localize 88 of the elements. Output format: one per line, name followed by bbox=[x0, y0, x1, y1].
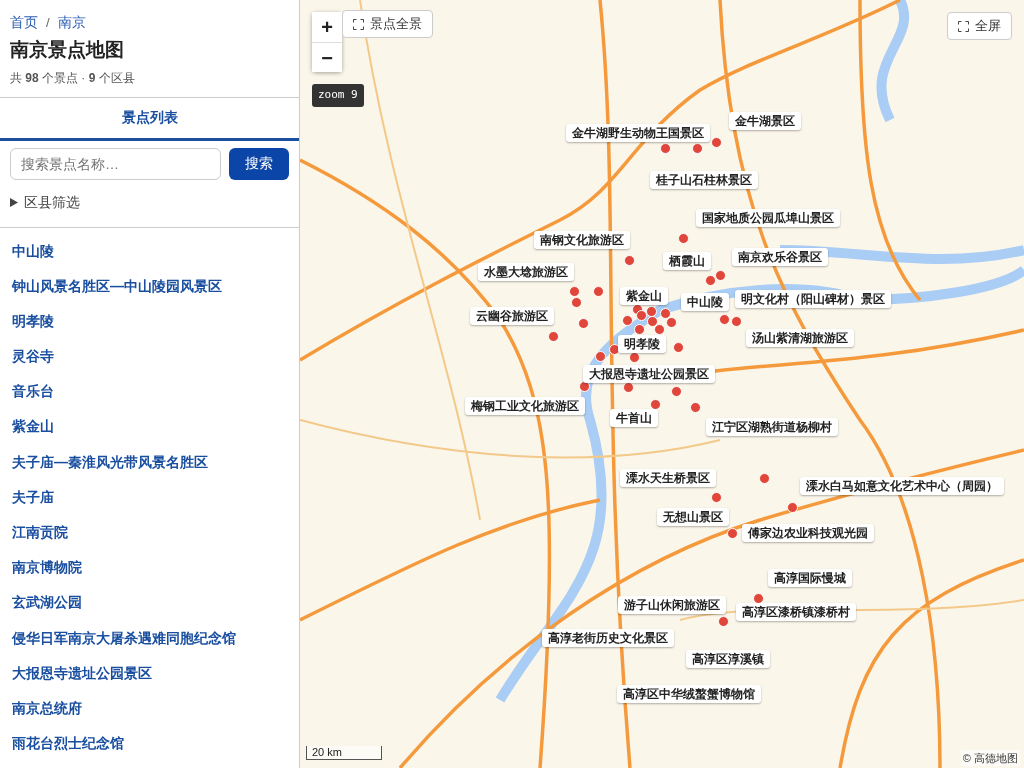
map-attribution: © 高德地图 bbox=[960, 749, 1020, 766]
attraction-link[interactable]: 夫子庙—秦淮风光带风景名胜区 bbox=[0, 444, 220, 480]
map-marker[interactable] bbox=[593, 286, 604, 297]
attraction-link[interactable]: 夫子庙 bbox=[0, 479, 66, 515]
map-label[interactable]: 明孝陵 bbox=[618, 335, 666, 353]
map-label[interactable]: 无想山景区 bbox=[657, 508, 729, 526]
map-label[interactable]: 游子山休闲旅游区 bbox=[618, 596, 726, 614]
map-marker[interactable] bbox=[759, 473, 770, 484]
map-marker[interactable] bbox=[705, 275, 716, 286]
map-marker[interactable] bbox=[715, 270, 726, 281]
overview-button[interactable]: 景点全景 bbox=[342, 10, 433, 38]
map-marker[interactable] bbox=[731, 316, 742, 327]
map-label[interactable]: 桂子山石柱林景区 bbox=[650, 171, 758, 189]
attraction-link[interactable]: 南京总统府 bbox=[0, 690, 94, 727]
attraction-link[interactable]: 明孝陵 bbox=[0, 303, 66, 340]
map-label[interactable]: 金牛湖景区 bbox=[729, 112, 801, 130]
map-label[interactable]: 水墨大埝旅游区 bbox=[478, 263, 574, 281]
map-label[interactable]: 紫金山 bbox=[620, 287, 668, 305]
map-label[interactable]: 高淳老街历史文化景区 bbox=[542, 629, 674, 647]
map-marker[interactable] bbox=[690, 402, 701, 413]
map-label[interactable]: 高淳区淳溪镇 bbox=[686, 650, 770, 668]
map-marker[interactable] bbox=[711, 137, 722, 148]
map-marker[interactable] bbox=[571, 297, 582, 308]
attraction-link[interactable]: 紫金山 bbox=[0, 409, 66, 445]
map-marker[interactable] bbox=[660, 143, 671, 154]
map-marker[interactable] bbox=[671, 386, 682, 397]
map-label[interactable]: 大报恩寺遗址公园景区 bbox=[583, 365, 715, 383]
map-marker[interactable] bbox=[569, 286, 580, 297]
map-label[interactable]: 金牛湖野生动物王国景区 bbox=[566, 124, 710, 142]
map-label[interactable]: 高淳国际慢城 bbox=[768, 569, 852, 587]
map-label[interactable]: 明文化村（阳山碑材）景区 bbox=[735, 290, 891, 308]
map-label[interactable]: 栖霞山 bbox=[663, 252, 711, 270]
map-label[interactable]: 中山陵 bbox=[681, 293, 729, 311]
map-marker[interactable] bbox=[636, 310, 647, 321]
map-label[interactable]: 溧水天生桥景区 bbox=[620, 469, 716, 487]
map-marker[interactable] bbox=[660, 308, 671, 319]
breadcrumb-link[interactable]: 南京 bbox=[57, 14, 86, 30]
fullscreen-icon bbox=[353, 18, 364, 30]
attraction-link[interactable]: 雨花台烈士纪念馆 bbox=[0, 726, 136, 762]
scale-bar: 20 km bbox=[306, 746, 382, 760]
map-marker[interactable] bbox=[622, 315, 633, 326]
map-marker[interactable] bbox=[718, 616, 729, 627]
district-filter-toggle[interactable]: 区县筛选 bbox=[10, 191, 80, 213]
map-marker[interactable] bbox=[595, 351, 606, 362]
map-marker[interactable] bbox=[678, 233, 689, 244]
map-label[interactable]: 梅钢工业文化旅游区 bbox=[465, 397, 585, 415]
map-marker[interactable] bbox=[624, 255, 635, 266]
map-label[interactable]: 高淳区中华绒螯蟹博物馆 bbox=[617, 685, 761, 703]
map-marker[interactable] bbox=[711, 492, 722, 503]
attraction-link[interactable]: 中山陵 bbox=[0, 233, 66, 269]
map-label[interactable]: 牛首山 bbox=[610, 409, 658, 427]
fullscreen-button[interactable]: 全屏 bbox=[947, 12, 1012, 40]
map-marker[interactable] bbox=[787, 502, 798, 513]
breadcrumb-link[interactable]: 首页 bbox=[10, 14, 38, 30]
map-label[interactable]: 汤山紫清湖旅游区 bbox=[746, 329, 854, 347]
map-label[interactable]: 溧水白马如意文化艺术中心（周园） bbox=[800, 477, 1004, 495]
breadcrumb-separator: / bbox=[46, 15, 50, 30]
map-marker[interactable] bbox=[727, 528, 738, 539]
summary-text: 共 98 个景点 · 9 个区县 bbox=[10, 69, 136, 87]
search-button[interactable]: 搜索 bbox=[229, 147, 289, 180]
page-title: 南京景点地图 bbox=[10, 38, 125, 62]
attraction-link[interactable]: 音乐台 bbox=[0, 374, 66, 410]
zoom-out-button[interactable]: − bbox=[312, 42, 342, 72]
attraction-link[interactable]: 南京博物院 bbox=[0, 550, 94, 586]
attraction-link[interactable]: 江南贡院 bbox=[0, 515, 80, 551]
map-label[interactable]: 国家地质公园瓜埠山景区 bbox=[696, 209, 840, 227]
fullscreen-icon bbox=[958, 20, 969, 32]
attraction-link[interactable]: 玄武湖公园 bbox=[0, 585, 94, 621]
attraction-link[interactable]: 钟山风景名胜区—中山陵园风景区 bbox=[0, 268, 234, 304]
attraction-link[interactable]: 侵华日军南京大屠杀遇难同胞纪念馆 bbox=[0, 620, 248, 656]
map-label[interactable]: 南京欢乐谷景区 bbox=[732, 248, 828, 266]
map-marker[interactable] bbox=[692, 143, 703, 154]
zoom-in-button[interactable]: + bbox=[312, 12, 342, 42]
map-marker[interactable] bbox=[673, 342, 684, 353]
map-label[interactable]: 江宁区湖熟街道杨柳村 bbox=[706, 418, 838, 436]
map-marker[interactable] bbox=[666, 317, 677, 328]
map-label[interactable]: 高淳区漆桥镇漆桥村 bbox=[736, 603, 856, 621]
attraction-link[interactable]: 灵谷寺 bbox=[0, 339, 66, 375]
map-marker[interactable] bbox=[548, 331, 559, 342]
map-label[interactable]: 傅家边农业科技观光园 bbox=[742, 524, 874, 542]
map-marker[interactable] bbox=[646, 306, 657, 317]
attraction-link[interactable]: 大报恩寺遗址公园景区 bbox=[0, 655, 164, 691]
map-marker[interactable] bbox=[578, 318, 589, 329]
search-field[interactable]: 搜索景点名称… bbox=[10, 147, 221, 180]
map-marker[interactable] bbox=[719, 314, 730, 325]
map-label[interactable]: 南钢文化旅游区 bbox=[534, 231, 630, 249]
zoom-level-badge: zoom 9 bbox=[312, 84, 364, 107]
map-label[interactable]: 云幽谷旅游区 bbox=[470, 307, 554, 325]
